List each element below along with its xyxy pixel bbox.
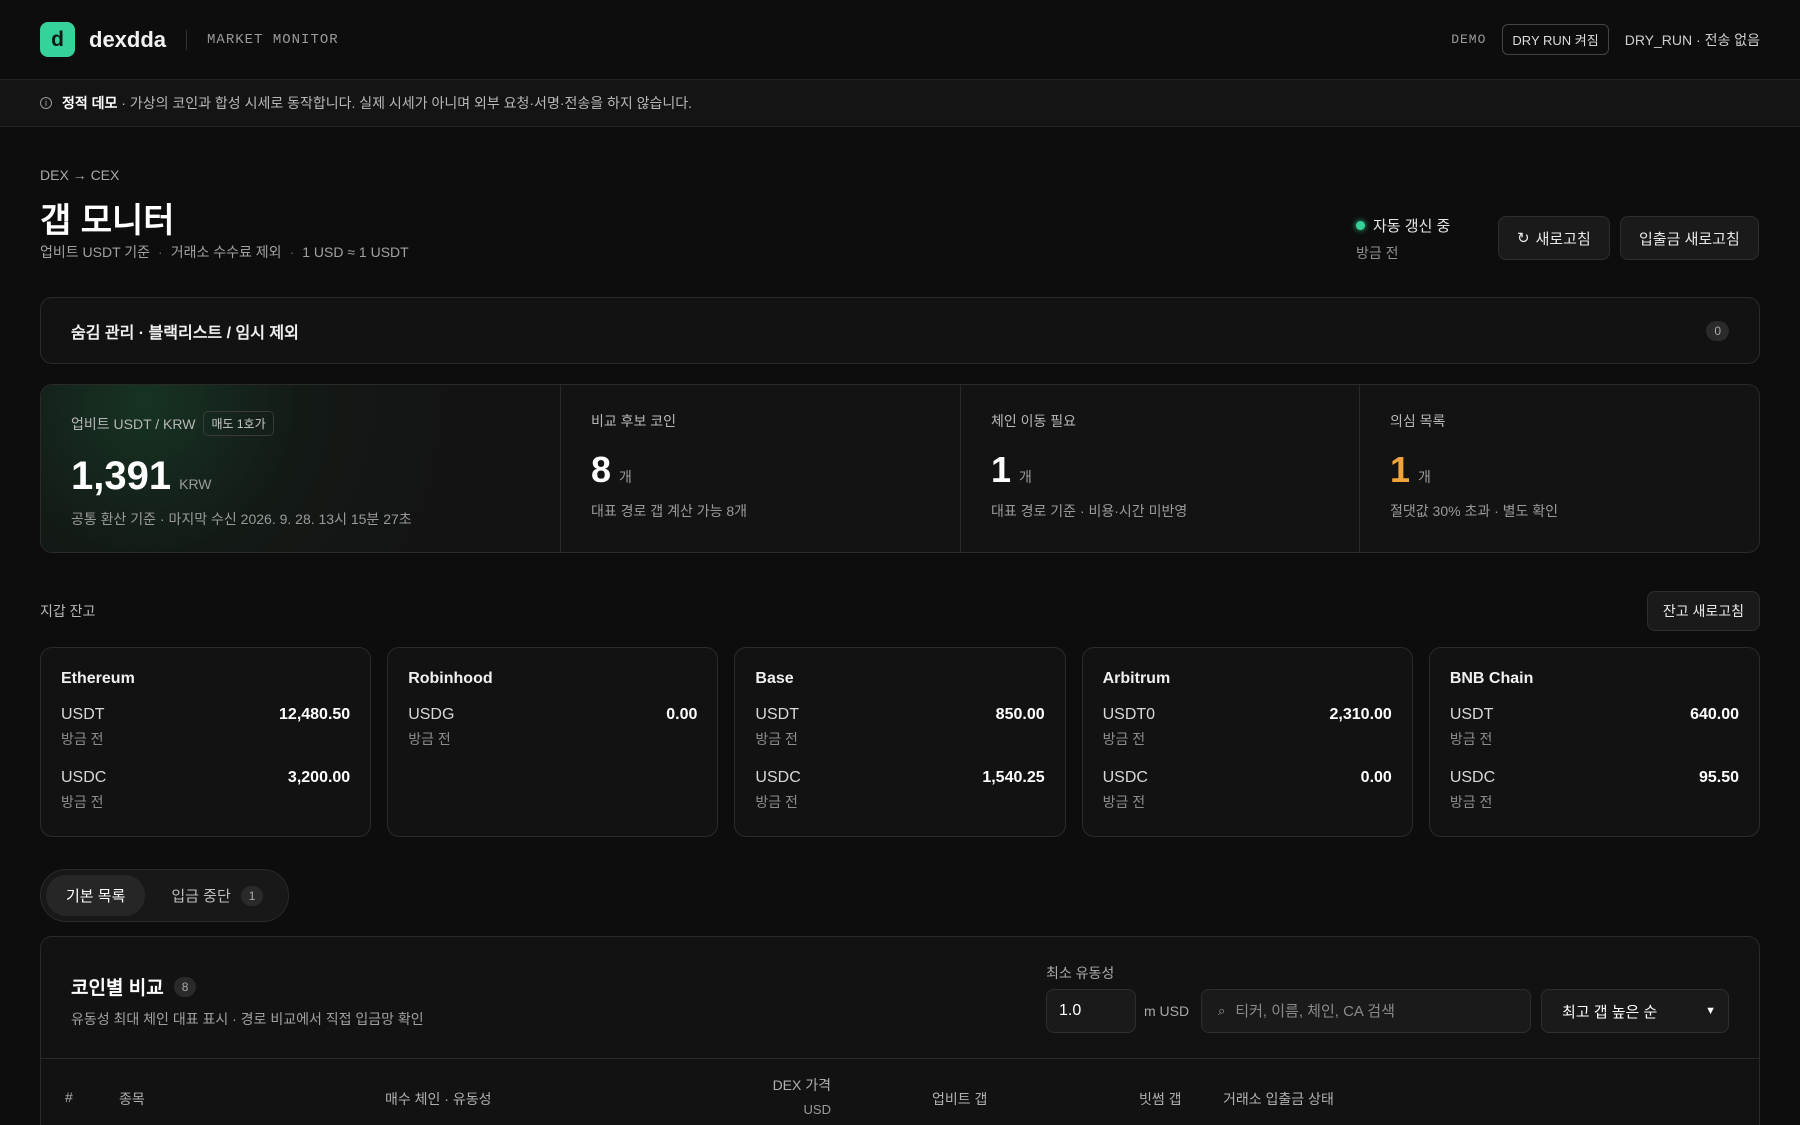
demo-label: DEMO — [1451, 32, 1487, 47]
sort-select[interactable]: 최고 갭 높은 순 ▼ — [1541, 989, 1729, 1033]
app-name: dexdda — [89, 26, 167, 52]
balance-refresh-button[interactable]: 잔고 새로고침 — [1646, 591, 1760, 631]
wallet-card-bnb: BNB Chain USDT 640.00 방금 전 USDC 95.50 방금 전 — [1428, 647, 1761, 837]
coin-compare-panel: 코인별 비교 8 유동성 최대 체인 대표 표시 · 경로 비교에서 직접 입금망… — [40, 936, 1760, 1125]
min-liquidity-input[interactable] — [1046, 989, 1136, 1033]
search-box[interactable]: ⌕ — [1201, 989, 1531, 1033]
table-header: # 종목 매수 체인 · 유동성 DEX 가격 USD 업비트 갭 빗썸 갭 거래… — [41, 1058, 1759, 1125]
search-icon: ⌕ — [1218, 1003, 1226, 1018]
chevron-down-icon: ▼ — [1705, 1005, 1716, 1017]
col-chain: 매수 체인 · 유동성 — [385, 1091, 492, 1107]
divider — [186, 29, 188, 50]
io-refresh-button[interactable]: 입출금 새로고침 — [1620, 216, 1759, 260]
refresh-icon: ↻ — [1517, 230, 1530, 247]
status-dot-icon — [1356, 221, 1365, 230]
app-subtitle: MARKET MONITOR — [207, 31, 339, 48]
auto-refresh-status: 자동 갱신 중 방금 전 — [1356, 218, 1451, 261]
tab-deposit-halted[interactable]: 입금 중단 1 — [151, 875, 283, 916]
col-name: 종목 — [119, 1091, 145, 1107]
wallet-card-arbitrum: Arbitrum USDT0 2,310.00 방금 전 USDC 0.00 방금 … — [1081, 647, 1413, 837]
topbar-status: DEMO DRY RUN 켜짐 DRY_RUN · 전송 없음 — [1451, 24, 1760, 55]
wallet-cards: Ethereum USDT 12,480.50 방금 전 USDC 3,200.00… — [40, 647, 1761, 837]
stat-candidates: 비교 후보 코인 8개 대표 경로 갭 계산 가능 8개 — [561, 385, 961, 552]
wallet-title: 지갑 잔고 — [40, 603, 96, 619]
tag-badge: 매도 1호가 — [203, 411, 274, 436]
col-index: # — [65, 1089, 73, 1105]
brand[interactable]: d dexdda MARKET MONITOR — [40, 22, 339, 57]
page-meta: 업비트 USDT 기준 · 거래소 수수료 제외 · 1 USD ≈ 1 USDT — [40, 244, 409, 260]
tab-default-list[interactable]: 기본 목록 — [46, 875, 146, 916]
col-dex-price: DEX 가격 USD — [772, 1077, 831, 1117]
refresh-button[interactable]: ↻ 새로고침 — [1498, 216, 1610, 260]
list-tabs: 기본 목록 입금 중단 1 — [40, 869, 290, 922]
col-exchange-status: 거래소 입출금 상태 — [1223, 1091, 1334, 1107]
stat-chain-move: 체인 이동 필요 1개 대표 경로 기준 · 비용·시간 미반영 — [961, 385, 1360, 552]
col-upbit-gap: 업비트 갭 — [932, 1091, 988, 1107]
notice-text: 정적 데모 · 가상의 코인과 합성 시세로 동작합니다. 실제 시세가 아니며… — [62, 95, 693, 111]
hide-panel-title: 숨김 관리 · 블랙리스트 / 임시 제외 — [71, 324, 299, 342]
breadcrumb: DEX → CEX — [40, 167, 120, 183]
wallet-card-ethereum: Ethereum USDT 12,480.50 방금 전 USDC 3,200.00… — [40, 647, 372, 837]
stats-panel: 업비트 USDT / KRW 매도 1호가 1,391 KRW 공통 환산 기준 ·… — [40, 384, 1760, 553]
compare-title: 코인별 비교 8 — [71, 973, 197, 1000]
count-badge: 1 — [240, 885, 264, 906]
compare-count-badge: 8 — [173, 976, 197, 997]
compare-subtitle: 유동성 최대 체인 대표 표시 · 경로 비교에서 직접 입금망 확인 — [71, 1011, 424, 1027]
wallet-card-robinhood: Robinhood USDG 0.00 방금 전 — [387, 647, 719, 837]
page-title: 갭 모니터 — [40, 202, 175, 240]
logo-icon: d — [40, 22, 75, 57]
stat-suspect: 의심 목록 1개 절댓값 30% 초과 · 별도 확인 — [1390, 413, 1559, 519]
stat-usdt-krw: 업비트 USDT / KRW 매도 1호가 1,391 KRW 공통 환산 기준 ·… — [41, 385, 561, 552]
wallet-card-base: Base USDT 850.00 방금 전 USDC 1,540.25 방금 전 — [734, 647, 1066, 837]
page-header: DEX → CEX 갭 모니터 업비트 USDT 기준 · 거래소 수수료 제외 · 1… — [0, 127, 1800, 297]
dry-run-badge: DRY RUN 켜짐 — [1502, 24, 1609, 55]
col-bithumb-gap: 빗썸 갭 — [1139, 1091, 1182, 1107]
search-input[interactable] — [1235, 1002, 1506, 1020]
info-icon: i — [40, 97, 52, 109]
topbar: d dexdda MARKET MONITOR DEMO DRY RUN 켜짐 … — [0, 0, 1800, 80]
min-liquidity-label: 최소 유동성 — [1046, 965, 1115, 981]
dry-run-status: DRY_RUN · 전송 없음 — [1624, 31, 1760, 48]
demo-notice: i 정적 데모 · 가상의 코인과 합성 시세로 동작합니다. 실제 시세가 아… — [0, 80, 1800, 127]
hide-management-panel[interactable]: 숨김 관리 · 블랙리스트 / 임시 제외 0 — [40, 297, 1760, 364]
hide-count-badge: 0 — [1706, 320, 1729, 341]
min-liquidity-unit: m USD — [1144, 1003, 1190, 1019]
wallet-header: 지갑 잔고 잔고 새로고침 — [40, 591, 1760, 631]
